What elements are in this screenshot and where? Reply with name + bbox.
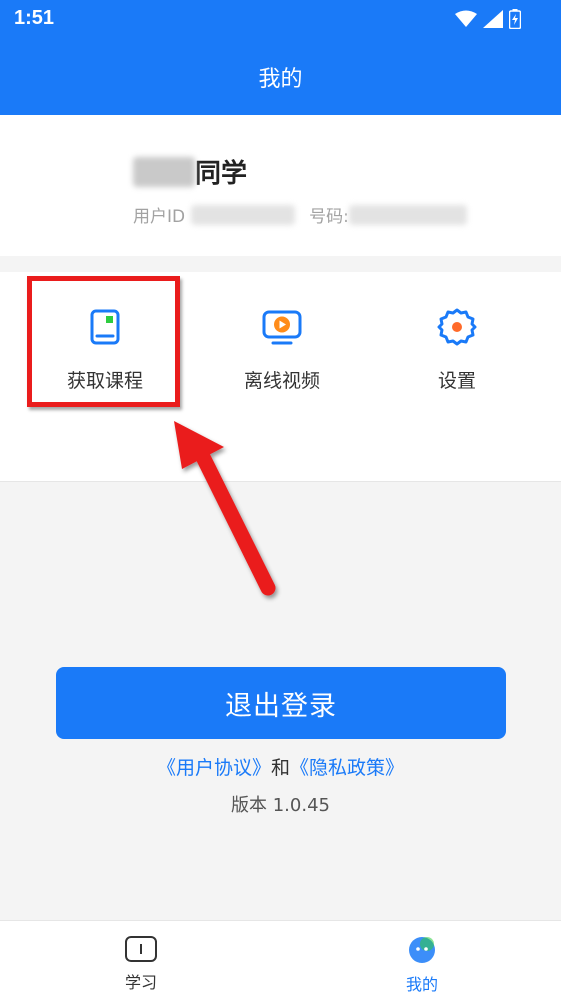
version-text: 版本 1.0.45 [231, 795, 330, 816]
tab-label-mine: 我的 [405, 975, 438, 994]
tab-study[interactable]: 学习 [81, 935, 201, 993]
bottom-tab-bar: 学习 我的 [0, 920, 561, 1000]
tab-mine[interactable]: 我的 [362, 935, 482, 995]
study-book-icon [125, 936, 157, 962]
agreements-line: 《用户协议》和《隐私政策》 [0, 753, 561, 780]
logout-label: 退出登录 [225, 690, 337, 722]
logout-button[interactable]: 退出登录 [56, 667, 506, 739]
profile-face-icon [409, 937, 435, 963]
privacy-policy-link[interactable]: 《隐私政策》 [290, 757, 404, 779]
user-agreement-link[interactable]: 《用户协议》 [157, 757, 271, 779]
tab-label-study: 学习 [124, 973, 157, 992]
agreement-connector: 和 [270, 757, 290, 779]
pointer-arrow [174, 421, 276, 596]
